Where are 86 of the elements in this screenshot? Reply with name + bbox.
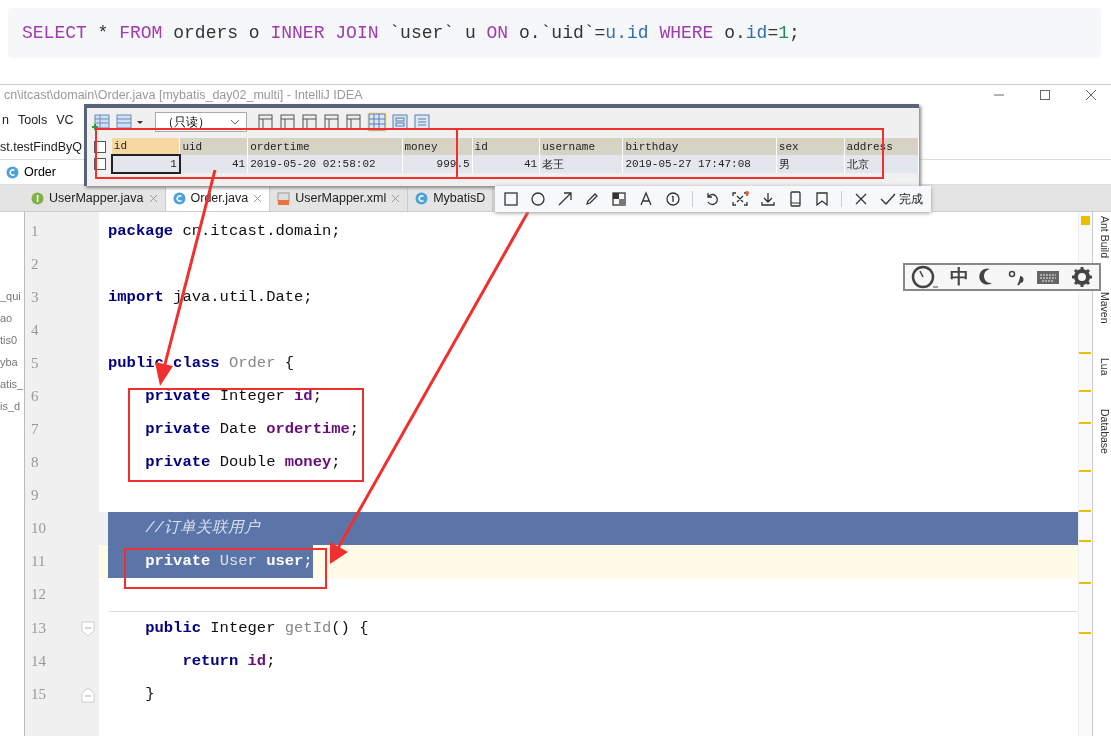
tool-window-button[interactable]: Database — [1093, 409, 1111, 455]
class-icon — [415, 191, 429, 205]
table-cell: 41 — [179, 155, 248, 173]
phone-icon[interactable] — [787, 191, 803, 207]
arrow-tool-icon[interactable] — [557, 191, 573, 207]
code-line: return id; — [181, 651, 276, 672]
close-icon[interactable] — [853, 191, 869, 207]
tool-window-button[interactable]: Lua — [1093, 357, 1111, 376]
column-header[interactable]: id — [472, 138, 540, 155]
column-header[interactable]: ordertime — [247, 138, 402, 155]
download-icon[interactable] — [760, 191, 776, 207]
pencil-icon[interactable] — [584, 191, 600, 207]
close-icon[interactable] — [1085, 89, 1097, 101]
mosaic-icon[interactable] — [611, 191, 627, 207]
project-tree-item[interactable]: is_d — [0, 400, 24, 417]
project-tree-item[interactable]: ao — [0, 312, 24, 329]
line-number: 6 — [30, 388, 40, 405]
form-view-icon[interactable] — [391, 113, 409, 131]
sql-query: SELECT * FROM orders o INNER JOIN `user` u ON o.`uid`=u.id WHERE o.id=1; — [22, 23, 800, 43]
line-number: 7 — [30, 421, 40, 438]
code-line: private Date ordertime; — [144, 419, 360, 440]
input-mode-toggle[interactable]: 中 — [949, 264, 969, 290]
line-number: 5 — [30, 355, 40, 372]
project-tree-item[interactable]: yba — [0, 356, 24, 373]
gauge-icon[interactable] — [911, 265, 939, 289]
column-header[interactable]: username — [539, 138, 623, 155]
code-line: } — [144, 684, 155, 705]
table-dropdown-icon[interactable] — [115, 113, 145, 131]
line-number: 14 — [30, 653, 47, 670]
column-header[interactable]: sex — [776, 138, 845, 155]
column-header[interactable]: birthday — [622, 138, 777, 155]
window-title: cn\itcast\domain\Order.java [mybatis_day02_multi] - IntelliJ IDEA — [3, 88, 363, 102]
text-recognition-icon[interactable] — [731, 191, 749, 207]
line-number: 10 — [30, 520, 47, 537]
class-icon — [172, 191, 186, 205]
table-cell: 北京 — [844, 155, 919, 173]
interface-icon — [31, 191, 44, 205]
column-header[interactable]: money — [402, 138, 473, 155]
menu-item[interactable]: n — [2, 113, 9, 127]
code-line: private Double money; — [144, 452, 341, 473]
line-number: 9 — [30, 487, 40, 504]
rectangle-tool-icon[interactable] — [503, 191, 519, 207]
text-view-icon[interactable] — [413, 113, 431, 131]
breadcrumb-item[interactable]: Order — [24, 165, 56, 179]
code-line: public Integer getId() { — [144, 618, 369, 639]
line-number: 1 — [30, 223, 40, 240]
undo-icon[interactable] — [704, 191, 720, 207]
tool-window-button[interactable]: Ant Build — [1093, 216, 1111, 259]
project-tree-item[interactable]: _qui — [0, 290, 24, 307]
line-number: 4 — [30, 322, 40, 339]
tool-window-button[interactable]: Maven — [1093, 292, 1111, 324]
new-table-icon[interactable] — [257, 113, 275, 131]
keyboard-icon[interactable] — [1036, 268, 1061, 286]
line-number: 2 — [30, 256, 40, 273]
table-cell: 男 — [776, 155, 845, 173]
line-number: 12 — [30, 586, 47, 603]
line-number: 11 — [30, 553, 47, 570]
line-number: 3 — [30, 289, 40, 306]
table-cell: 2019-05-27 17:47:08 — [622, 155, 777, 173]
table-cell: 2019-05-20 02:58:02 — [247, 155, 402, 173]
class-icon — [6, 165, 19, 179]
maximize-icon[interactable] — [1039, 89, 1051, 101]
table-cell: 老王 — [539, 155, 623, 173]
check-icon — [880, 192, 896, 206]
column-header[interactable]: uid — [179, 138, 248, 155]
table-cell: 41 — [472, 155, 540, 173]
grid-view-icon[interactable] — [367, 112, 387, 132]
settings-icon[interactable] — [1070, 266, 1093, 288]
text-tool-icon[interactable] — [638, 191, 654, 207]
number-marker-icon[interactable] — [665, 191, 681, 207]
done-button[interactable]: 完成 — [880, 190, 923, 208]
run-configuration[interactable]: st.testFindByQ — [0, 140, 82, 154]
project-tree-item[interactable]: atis_ — [0, 378, 24, 395]
table-cell: 1 — [111, 155, 180, 173]
add-row-icon[interactable] — [91, 113, 111, 131]
menu-item[interactable]: Tools — [17, 113, 48, 127]
project-tree-item[interactable]: tis0 — [0, 334, 24, 351]
mode-dropdown[interactable]: （只读） — [155, 112, 247, 132]
line-number: 8 — [30, 454, 40, 471]
ellipse-tool-icon[interactable] — [530, 191, 546, 207]
xml-file-icon — [277, 191, 291, 205]
line-number: 13 — [30, 620, 47, 637]
caret-icon — [230, 119, 240, 125]
bookmark-icon[interactable] — [814, 191, 830, 207]
line-number: 15 — [30, 686, 47, 703]
menu-item[interactable]: VC — [56, 113, 74, 127]
